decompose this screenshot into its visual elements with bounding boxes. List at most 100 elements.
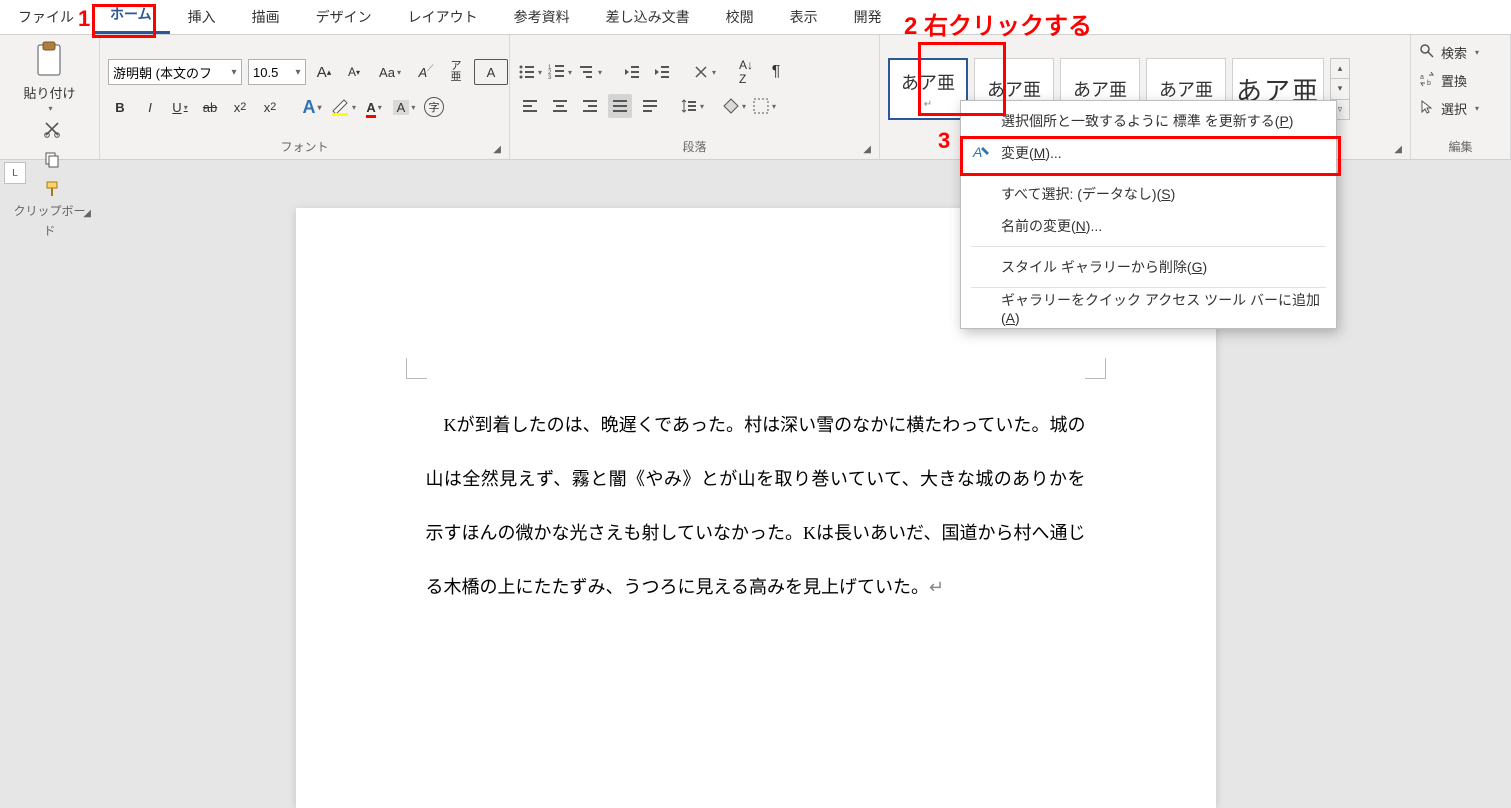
tab-mailings[interactable]: 差し込み文書 bbox=[588, 0, 708, 34]
align-center-icon[interactable] bbox=[548, 94, 572, 118]
character-border-icon[interactable]: A bbox=[474, 59, 508, 85]
clipboard-dialog-launcher-icon[interactable]: ◢ bbox=[83, 204, 91, 224]
format-painter-icon[interactable] bbox=[40, 177, 64, 201]
replace-icon: ab bbox=[1419, 71, 1435, 90]
numbering-icon[interactable]: 123▾ bbox=[548, 60, 572, 84]
menu-add-to-qat[interactable]: ギャラリーをクイック アクセス ツール バーに追加(A) bbox=[961, 292, 1336, 324]
search-icon bbox=[1419, 43, 1435, 62]
menu-separator bbox=[971, 287, 1326, 288]
align-left-icon[interactable] bbox=[518, 94, 542, 118]
style-scroll-up-icon[interactable]: ▴ bbox=[1331, 59, 1349, 79]
tab-layout[interactable]: レイアウト bbox=[390, 0, 496, 34]
paragraph-mark-icon: ↵ bbox=[929, 577, 944, 597]
tab-design[interactable]: デザイン bbox=[298, 0, 390, 34]
find-button[interactable]: 検索▾ bbox=[1419, 41, 1479, 63]
group-font-label: フォント bbox=[280, 140, 328, 154]
highlight-icon[interactable]: ▾ bbox=[330, 95, 356, 119]
font-dialog-launcher-icon[interactable]: ◢ bbox=[493, 140, 501, 160]
paragraph-dialog-launcher-icon[interactable]: ◢ bbox=[863, 140, 871, 160]
enclose-characters-icon[interactable]: 字 bbox=[422, 95, 446, 119]
increase-indent-icon[interactable] bbox=[650, 60, 674, 84]
strikethrough-icon[interactable]: ab bbox=[198, 95, 222, 119]
style-item-normal[interactable]: あア亜 ↵ bbox=[888, 58, 968, 120]
borders-icon[interactable]: ▾ bbox=[752, 94, 776, 118]
clear-formatting-icon[interactable]: A⟋ bbox=[414, 60, 438, 84]
replace-button[interactable]: ab 置換 bbox=[1419, 69, 1467, 91]
character-shading-icon[interactable]: A▾ bbox=[392, 95, 416, 119]
style-context-menu: 選択個所と一致するように 標準 を更新する(P) A 変更(M)... すべて選… bbox=[960, 100, 1337, 329]
menu-label: スタイル ギャラリーから削除(G) bbox=[1001, 257, 1207, 277]
shrink-font-icon[interactable]: A▾ bbox=[342, 60, 366, 84]
paste-label[interactable]: 貼り付け bbox=[23, 83, 75, 102]
menu-label: 変更(M)... bbox=[1001, 143, 1062, 163]
tab-view[interactable]: 表示 bbox=[772, 0, 836, 34]
menu-label: ギャラリーをクイック アクセス ツール バーに追加(A) bbox=[1001, 290, 1322, 326]
group-paragraph: ▾ 123▾ ▾ ▾ A↓Z ¶ bbox=[510, 35, 880, 159]
shading-icon[interactable]: ▾ bbox=[722, 94, 746, 118]
document-body[interactable]: Kが到着したのは、晩遅くであった。村は深い雪のなかに横たわっていた。城の山は全然… bbox=[426, 398, 1086, 614]
menu-update-to-match[interactable]: 選択個所と一致するように 標準 を更新する(P) bbox=[961, 105, 1336, 137]
menu-label: 名前の変更(N)... bbox=[1001, 216, 1102, 236]
style-sample: あア亜 bbox=[1073, 76, 1127, 102]
decrease-indent-icon[interactable] bbox=[620, 60, 644, 84]
group-paragraph-label: 段落 bbox=[682, 140, 706, 154]
replace-label: 置換 bbox=[1441, 71, 1467, 90]
sort-icon[interactable]: A↓Z bbox=[734, 60, 758, 84]
bullets-icon[interactable]: ▾ bbox=[518, 60, 542, 84]
italic-icon[interactable]: I bbox=[138, 95, 162, 119]
svg-text:A: A bbox=[972, 144, 982, 160]
select-label: 選択 bbox=[1441, 99, 1467, 118]
margin-crop-tl bbox=[406, 358, 427, 379]
subscript-icon[interactable]: x2 bbox=[228, 95, 252, 119]
paste-dropdown-icon[interactable]: ▾ bbox=[48, 104, 52, 113]
font-size-combo[interactable]: ▾ bbox=[248, 59, 306, 85]
asian-layout-icon[interactable]: ▾ bbox=[692, 60, 716, 84]
superscript-icon[interactable]: x2 bbox=[258, 95, 282, 119]
font-family-input[interactable] bbox=[109, 61, 227, 83]
distribute-icon[interactable] bbox=[638, 94, 662, 118]
menu-separator bbox=[971, 246, 1326, 247]
copy-icon[interactable] bbox=[40, 147, 64, 171]
tab-review[interactable]: 校閲 bbox=[708, 0, 772, 34]
phonetic-guide-icon[interactable]: ア亜 bbox=[444, 60, 468, 84]
text-effects-icon[interactable]: A▾ bbox=[300, 95, 324, 119]
tab-insert[interactable]: 挿入 bbox=[170, 0, 234, 34]
menu-label: すべて選択: (データなし)(S) bbox=[1001, 184, 1175, 204]
menu-rename[interactable]: 名前の変更(N)... bbox=[961, 210, 1336, 242]
line-spacing-icon[interactable]: ▾ bbox=[680, 94, 704, 118]
select-button[interactable]: 選択▾ bbox=[1419, 97, 1479, 119]
grow-font-icon[interactable]: A▴ bbox=[312, 60, 336, 84]
paragraph-text: Kが到着したのは、晩遅くであった。村は深い雪のなかに横たわっていた。城の山は全然… bbox=[426, 415, 1086, 597]
font-size-dropdown-icon[interactable]: ▾ bbox=[291, 67, 305, 78]
font-color-icon[interactable]: A▾ bbox=[362, 95, 386, 119]
show-hide-icon[interactable]: ¶ bbox=[764, 60, 788, 84]
justify-icon[interactable] bbox=[608, 94, 632, 118]
svg-text:b: b bbox=[1427, 80, 1431, 87]
cut-icon[interactable] bbox=[40, 117, 64, 141]
font-family-dropdown-icon[interactable]: ▾ bbox=[227, 67, 241, 78]
svg-text:3: 3 bbox=[548, 75, 552, 81]
underline-icon[interactable]: U▾ bbox=[168, 95, 192, 119]
group-clipboard: 貼り付け ▾ クリップボード ◢ bbox=[0, 35, 100, 159]
tab-home[interactable]: ホーム bbox=[92, 0, 170, 34]
menu-remove-from-gallery[interactable]: スタイル ギャラリーから削除(G) bbox=[961, 251, 1336, 283]
style-scroll-down-icon[interactable]: ▾ bbox=[1331, 79, 1349, 99]
menu-select-all[interactable]: すべて選択: (データなし)(S) bbox=[961, 178, 1336, 210]
group-editing: 検索▾ ab 置換 選択▾ 編集 bbox=[1411, 35, 1511, 159]
align-right-icon[interactable] bbox=[578, 94, 602, 118]
menu-label: 選択個所と一致するように 標準 を更新する(P) bbox=[1001, 111, 1293, 131]
tab-draw[interactable]: 描画 bbox=[234, 0, 298, 34]
menu-modify[interactable]: A 変更(M)... bbox=[961, 137, 1336, 169]
styles-dialog-launcher-icon[interactable]: ◢ bbox=[1394, 140, 1402, 160]
tab-developer[interactable]: 開発 bbox=[836, 0, 900, 34]
multilevel-list-icon[interactable]: ▾ bbox=[578, 60, 602, 84]
style-sample: あア亜 bbox=[987, 76, 1041, 102]
svg-text:a: a bbox=[1420, 74, 1424, 81]
tab-references[interactable]: 参考資料 bbox=[496, 0, 588, 34]
bold-icon[interactable]: B bbox=[108, 95, 132, 119]
font-family-combo[interactable]: ▾ bbox=[108, 59, 242, 85]
tab-file[interactable]: ファイル bbox=[0, 0, 92, 34]
change-case-icon[interactable]: Aa▾ bbox=[378, 60, 402, 84]
font-size-input[interactable] bbox=[249, 61, 291, 83]
paste-icon[interactable] bbox=[32, 41, 66, 81]
